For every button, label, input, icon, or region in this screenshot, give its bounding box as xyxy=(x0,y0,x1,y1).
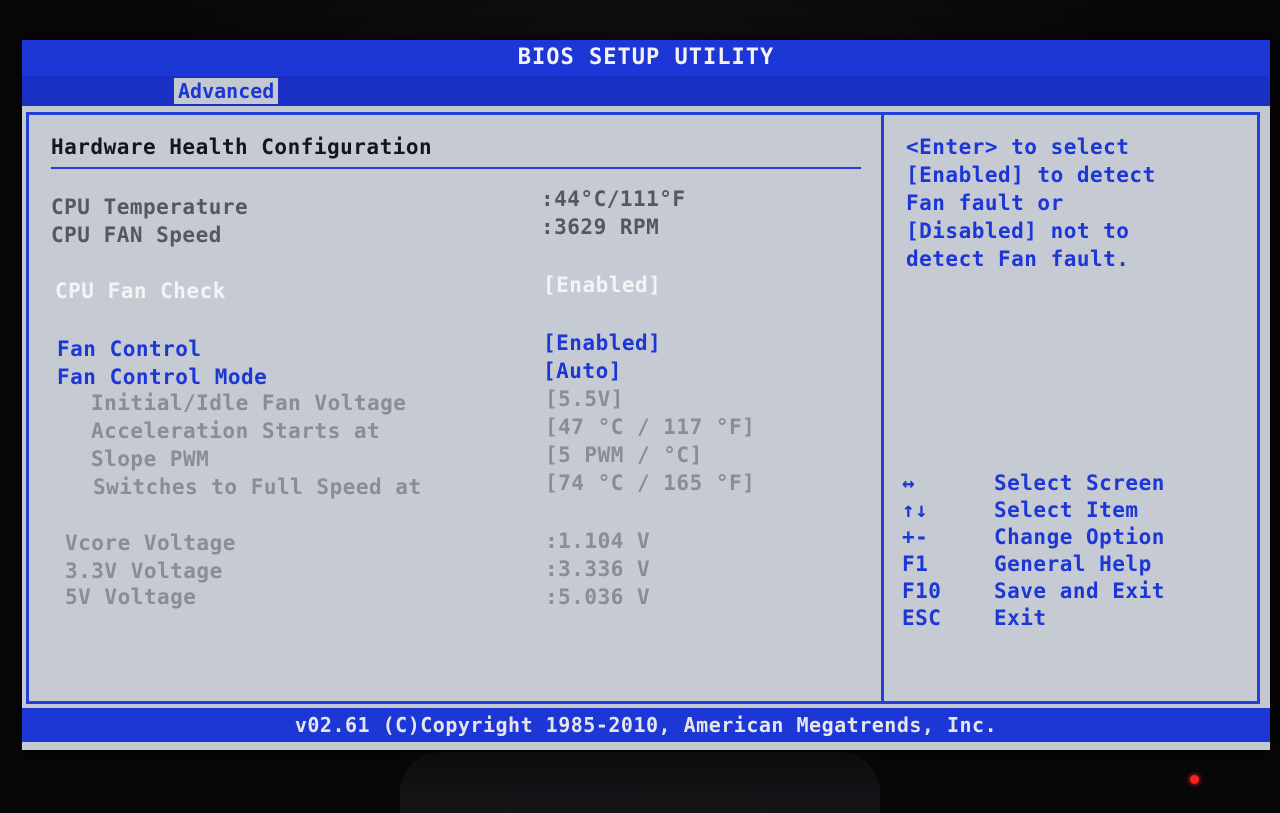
cpu-temperature-label: CPU Temperature xyxy=(51,195,249,219)
key-action: Change Option xyxy=(994,525,1165,549)
key-action: Select Item xyxy=(994,498,1139,522)
cpu-temperature-value: :44°C/111°F xyxy=(541,187,686,211)
key-hint-select-item: ↑↓ Select Item xyxy=(902,498,1139,522)
initial-idle-fan-voltage-value: [5.5V] xyxy=(545,387,624,411)
cpu-fan-speed-value: :3629 RPM xyxy=(541,215,660,239)
fan-control-label[interactable]: Fan Control xyxy=(57,337,202,361)
monitor-stand xyxy=(400,752,880,813)
vcore-voltage-value: :1.104 V xyxy=(545,529,651,553)
v33-voltage-value: :3.336 V xyxy=(545,557,651,581)
key-action: Select Screen xyxy=(994,471,1165,495)
bios-title-bar: BIOS SETUP UTILITY xyxy=(22,40,1270,80)
tab-advanced[interactable]: Advanced xyxy=(174,78,279,104)
switches-full-speed-label: Switches to Full Speed at xyxy=(93,475,422,499)
main-frame: Hardware Health Configuration CPU Temper… xyxy=(26,112,1260,704)
cpu-fan-check-value[interactable]: [Enabled] xyxy=(543,273,661,297)
key-action: Save and Exit xyxy=(994,579,1165,603)
monitor-bezel: BIOS SETUP UTILITY Advanced Hardware Hea… xyxy=(0,0,1280,813)
key-label: ESC xyxy=(902,606,942,630)
fan-control-mode-value[interactable]: [Auto] xyxy=(543,359,622,383)
slope-pwm-row: Slope PWM xyxy=(57,447,209,471)
help-line: detect Fan fault. xyxy=(906,247,1130,271)
acceleration-starts-label: Acceleration Starts at xyxy=(91,419,381,443)
switches-full-speed-value: [74 °C / 165 °F] xyxy=(545,471,756,495)
v33-voltage-label: 3.3V Voltage xyxy=(65,559,223,583)
bios-screen: BIOS SETUP UTILITY Advanced Hardware Hea… xyxy=(22,40,1270,750)
tab-bar: Advanced xyxy=(22,76,1270,106)
acceleration-starts-row: Acceleration Starts at xyxy=(57,419,380,443)
cpu-fan-speed-label: CPU FAN Speed xyxy=(51,223,222,247)
page-title: Hardware Health Configuration xyxy=(51,135,433,159)
help-line: Fan fault or xyxy=(906,191,1064,215)
title-divider xyxy=(51,167,861,169)
fan-control-mode-label[interactable]: Fan Control Mode xyxy=(57,365,267,389)
key-hint-select-screen: ↔ Select Screen xyxy=(902,471,1165,495)
v5-voltage-label: 5V Voltage xyxy=(65,585,197,609)
settings-panel: Hardware Health Configuration CPU Temper… xyxy=(29,115,881,701)
key-action: General Help xyxy=(994,552,1152,576)
copyright-text: v02.61 (C)Copyright 1985-2010, American … xyxy=(294,713,998,737)
help-text: <Enter> to select [Enabled] to detect Fa… xyxy=(906,133,1246,273)
bios-title: BIOS SETUP UTILITY xyxy=(517,45,775,70)
key-hint-save-exit: F10 Save and Exit xyxy=(902,579,1165,603)
help-line: [Disabled] not to xyxy=(906,219,1130,243)
left-right-arrow-icon: ↔ xyxy=(902,471,916,495)
help-line: [Enabled] to detect xyxy=(906,163,1156,187)
v5-voltage-value: :5.036 V xyxy=(545,585,651,609)
help-panel: <Enter> to select [Enabled] to detect Fa… xyxy=(884,115,1257,701)
key-label: F10 xyxy=(902,579,942,603)
help-line: <Enter> to select xyxy=(906,135,1130,159)
initial-idle-fan-voltage-label: Initial/Idle Fan Voltage xyxy=(91,391,407,415)
slope-pwm-value: [5 PWM / °C] xyxy=(545,443,703,467)
slope-pwm-label: Slope PWM xyxy=(91,447,210,471)
acceleration-starts-value: [47 °C / 117 °F] xyxy=(545,415,756,439)
initial-idle-fan-voltage-row: Initial/Idle Fan Voltage xyxy=(57,391,406,415)
fan-control-value[interactable]: [Enabled] xyxy=(543,331,661,355)
vcore-voltage-label: Vcore Voltage xyxy=(65,531,236,555)
key-action: Exit xyxy=(994,606,1047,630)
key-hint-change-option: +- Change Option xyxy=(902,525,1165,549)
cpu-fan-check-label[interactable]: CPU Fan Check xyxy=(55,279,226,303)
key-label: F1 xyxy=(902,552,929,576)
copyright-footer: v02.61 (C)Copyright 1985-2010, American … xyxy=(22,708,1270,742)
key-hint-general-help: F1 General Help xyxy=(902,552,1152,576)
power-led-icon xyxy=(1190,775,1199,784)
plus-minus-icon: +- xyxy=(902,525,929,549)
key-hint-exit: ESC Exit xyxy=(902,606,1047,630)
switches-full-speed-row: Switches to Full Speed at xyxy=(59,475,422,499)
up-down-arrow-icon: ↑↓ xyxy=(902,498,929,522)
